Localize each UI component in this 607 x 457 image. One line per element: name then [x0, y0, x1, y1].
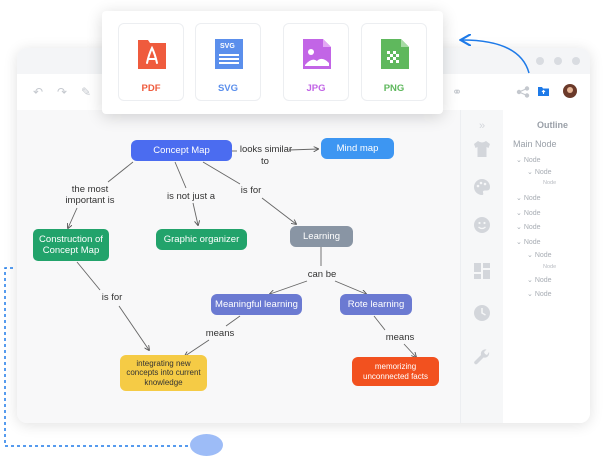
outline-item-label: Node	[523, 157, 541, 164]
drag-handle[interactable]	[190, 434, 223, 456]
outline-panel: Outline Main Node ⌄ Node ⌄ Node Node ⌄ N…	[503, 110, 590, 423]
node-concept-map[interactable]: Concept Map	[131, 140, 232, 161]
palette-icon[interactable]	[472, 178, 492, 198]
link-label-means-1: means	[205, 328, 235, 339]
node-meaningful-learning[interactable]: Meaningful learning	[211, 294, 302, 315]
node-construction[interactable]: Construction of Concept Map	[33, 229, 109, 261]
avatar[interactable]	[563, 84, 577, 98]
outline-root-node[interactable]: Main Node	[513, 139, 557, 149]
node-graphic-organizer[interactable]: Graphic organizer	[156, 229, 247, 250]
outline-item-label: Node	[523, 210, 541, 217]
export-png-label: PNG	[383, 83, 405, 94]
node-rote-learning[interactable]: Rote learning	[340, 294, 412, 315]
node-integrating[interactable]: integrating new concepts into current kn…	[120, 355, 207, 391]
chevrons-icon[interactable]: »	[472, 116, 492, 136]
png-file-icon	[381, 39, 409, 69]
redo-icon[interactable]: ↷	[57, 86, 67, 98]
export-icon[interactable]	[537, 85, 550, 97]
link-label-is-for-2: is for	[101, 292, 123, 303]
outline-item[interactable]: Node	[543, 264, 556, 270]
link-label-most-important-1: the most	[71, 184, 109, 195]
share-icon[interactable]	[516, 86, 530, 98]
wrench-icon[interactable]	[472, 348, 492, 368]
outline-item[interactable]: ⌄ Node	[516, 194, 541, 202]
right-tool-strip: »	[460, 110, 504, 423]
export-jpg-label: JPG	[306, 83, 326, 94]
undo-icon[interactable]: ↶	[33, 86, 43, 98]
export-jpg-option[interactable]: JPG	[283, 23, 349, 101]
pdf-file-icon	[138, 40, 166, 69]
link-label-can-be: can be	[307, 269, 337, 280]
window-dot[interactable]	[572, 57, 580, 65]
outline-title: Outline	[537, 120, 568, 130]
jpg-file-icon	[303, 39, 331, 69]
svg-icon-text: SVG	[220, 43, 235, 50]
outline-item-label: Node	[523, 195, 541, 202]
export-format-panel: PDF SVG SVG JPG PNG	[102, 11, 443, 114]
link-label-most-important-2: important is	[65, 195, 115, 206]
outline-item-label: Node	[523, 239, 541, 246]
outline-item[interactable]: Node	[543, 180, 556, 186]
export-pdf-option[interactable]: PDF	[118, 23, 184, 101]
emoji-icon[interactable]	[472, 216, 492, 236]
layout-icon[interactable]	[472, 262, 492, 282]
export-pdf-label: PDF	[141, 83, 161, 94]
link-label-to: to	[261, 156, 269, 167]
outline-item-label: Node	[534, 277, 552, 284]
node-memorizing[interactable]: memorizing unconnected facts	[352, 357, 439, 386]
outline-item[interactable]: ⌄ Node	[527, 251, 552, 259]
window-controls	[536, 57, 580, 65]
link-label-not-just: is not just a	[166, 191, 216, 202]
outline-item[interactable]: ⌄ Node	[527, 168, 552, 176]
link-label-looks-similar: looks similar	[239, 144, 293, 155]
link-label-means-2: means	[385, 332, 415, 343]
outline-item[interactable]: ⌄ Node	[516, 156, 541, 164]
outline-item-label: Node	[534, 252, 552, 259]
outline-item[interactable]: ⌄ Node	[527, 290, 552, 298]
outline-item-label: Node	[543, 180, 557, 186]
window-dot[interactable]	[554, 57, 562, 65]
window-dot[interactable]	[536, 57, 544, 65]
brush-icon[interactable]: ✎	[81, 86, 91, 98]
node-mind-map[interactable]: Mind map	[321, 138, 394, 159]
outline-item[interactable]: ⌄ Node	[516, 238, 541, 246]
outline-item-label: Node	[534, 291, 552, 298]
outline-item-label: Node	[523, 224, 541, 231]
export-svg-option[interactable]: SVG SVG	[195, 23, 261, 101]
link-label-is-for: is for	[240, 185, 262, 196]
outline-item[interactable]: ⌄ Node	[516, 209, 541, 217]
shirt-icon[interactable]	[472, 140, 492, 160]
outline-item[interactable]: ⌄ Node	[527, 276, 552, 284]
outline-item[interactable]: ⌄ Node	[516, 223, 541, 231]
clock-icon[interactable]	[472, 304, 492, 324]
node-learning[interactable]: Learning	[290, 226, 353, 247]
export-png-option[interactable]: PNG	[361, 23, 427, 101]
export-svg-label: SVG	[217, 83, 239, 94]
outline-item-label: Node	[543, 264, 557, 270]
outline-item-label: Node	[534, 169, 552, 176]
link-icon[interactable]: ⚭	[452, 86, 462, 98]
